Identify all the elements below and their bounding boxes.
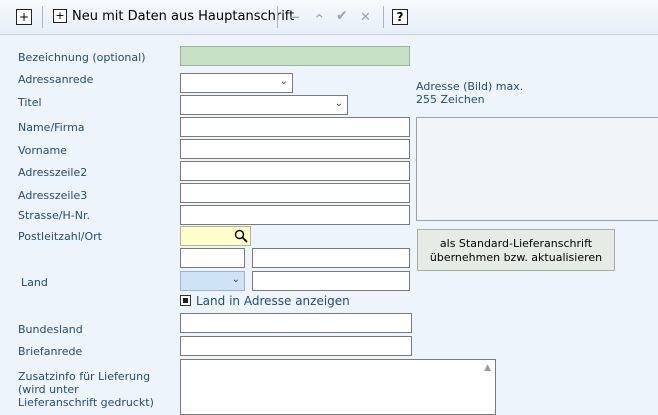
toolbar: + + Neu mit Daten aus Hauptanschrift − ⌃… [0, 0, 658, 35]
briefanrede-input[interactable] [180, 336, 412, 356]
zusatzinfo-label-line1: Zusatzinfo für Lieferung [18, 370, 151, 383]
image-note-line1: Adresse (Bild) max. [416, 80, 524, 93]
land-in-adresse-checkbox[interactable] [180, 295, 191, 306]
minus-icon[interactable]: − [288, 8, 301, 26]
zusatzinfo-textarea[interactable]: ▲ [180, 359, 496, 415]
form-panel [0, 35, 658, 415]
search-icon[interactable] [234, 229, 248, 243]
name-firma-label: Name/Firma [18, 121, 85, 134]
name-firma-input[interactable] [180, 117, 410, 137]
bundesland-input[interactable] [180, 313, 412, 333]
toolbar-separator [383, 6, 384, 28]
adresszeile3-label: Adresszeile3 [18, 189, 88, 202]
titel-label: Titel [18, 96, 42, 109]
add-button[interactable]: + [16, 9, 32, 25]
postleitzahl-ort-label: Postleitzahl/Ort [18, 230, 102, 243]
standard-lieferanschrift-button-line1: als Standard-Lieferanschrift [439, 237, 593, 250]
zusatzinfo-label-line3: Lieferanschrift gedruckt) [18, 396, 154, 409]
land-select[interactable]: ⌄ [180, 271, 245, 291]
briefanrede-label: Briefanrede [18, 345, 83, 358]
toolbar-separator [277, 6, 278, 28]
adresszeile2-label: Adresszeile2 [18, 166, 88, 179]
adressanrede-select[interactable]: ⌄ [180, 73, 293, 93]
help-button[interactable]: ? [392, 9, 408, 25]
vorname-label: Vorname [18, 144, 67, 157]
help-icon: ? [396, 10, 404, 24]
ort-input[interactable] [252, 248, 410, 268]
zusatzinfo-label-line2: (wird unter [18, 383, 79, 396]
standard-lieferanschrift-button[interactable]: als Standard-Lieferanschrift übernehmen … [417, 229, 615, 271]
new-with-data-icon[interactable]: + [53, 9, 67, 23]
postleitzahl-input[interactable] [180, 248, 245, 268]
bundesland-label: Bundesland [18, 323, 83, 336]
bezeichnung-label: Bezeichnung (optional) [18, 51, 146, 64]
land-label: Land [21, 276, 48, 289]
chevron-down-icon: ⌄ [334, 98, 343, 109]
new-with-data-button[interactable]: Neu mit Daten aus Hauptanschrift [72, 9, 294, 24]
adresszeile2-input[interactable] [180, 161, 410, 181]
land-in-adresse-label[interactable]: Land in Adresse anzeigen [196, 294, 350, 308]
scroll-up-icon[interactable]: ▲ [484, 363, 491, 373]
adressanrede-label: Adressanrede [18, 73, 94, 86]
chevron-down-icon: ⌄ [231, 274, 240, 285]
strasse-label: Strasse/H-Nr. [18, 209, 90, 222]
bezeichnung-input[interactable] [180, 46, 410, 66]
plus-square-icon: + [18, 10, 30, 24]
check-icon[interactable]: ✔ [336, 8, 348, 24]
standard-lieferanschrift-button-line2: übernehmen bzw. aktualisieren [429, 251, 603, 264]
close-icon[interactable]: ✕ [360, 10, 371, 25]
toolbar-separator [42, 6, 43, 28]
chevron-up-icon[interactable]: ⌃ [313, 11, 326, 29]
image-note-line2: 255 Zeichen [416, 93, 485, 106]
postleitzahl-search-input[interactable] [180, 226, 251, 246]
adresszeile3-input[interactable] [180, 183, 410, 203]
titel-select[interactable]: ⌄ [180, 95, 348, 115]
land-name-input[interactable] [252, 271, 410, 291]
strasse-input[interactable] [180, 205, 410, 225]
address-image-textarea[interactable] [416, 117, 658, 221]
chevron-down-icon: ⌄ [279, 76, 288, 87]
vorname-input[interactable] [180, 139, 410, 159]
